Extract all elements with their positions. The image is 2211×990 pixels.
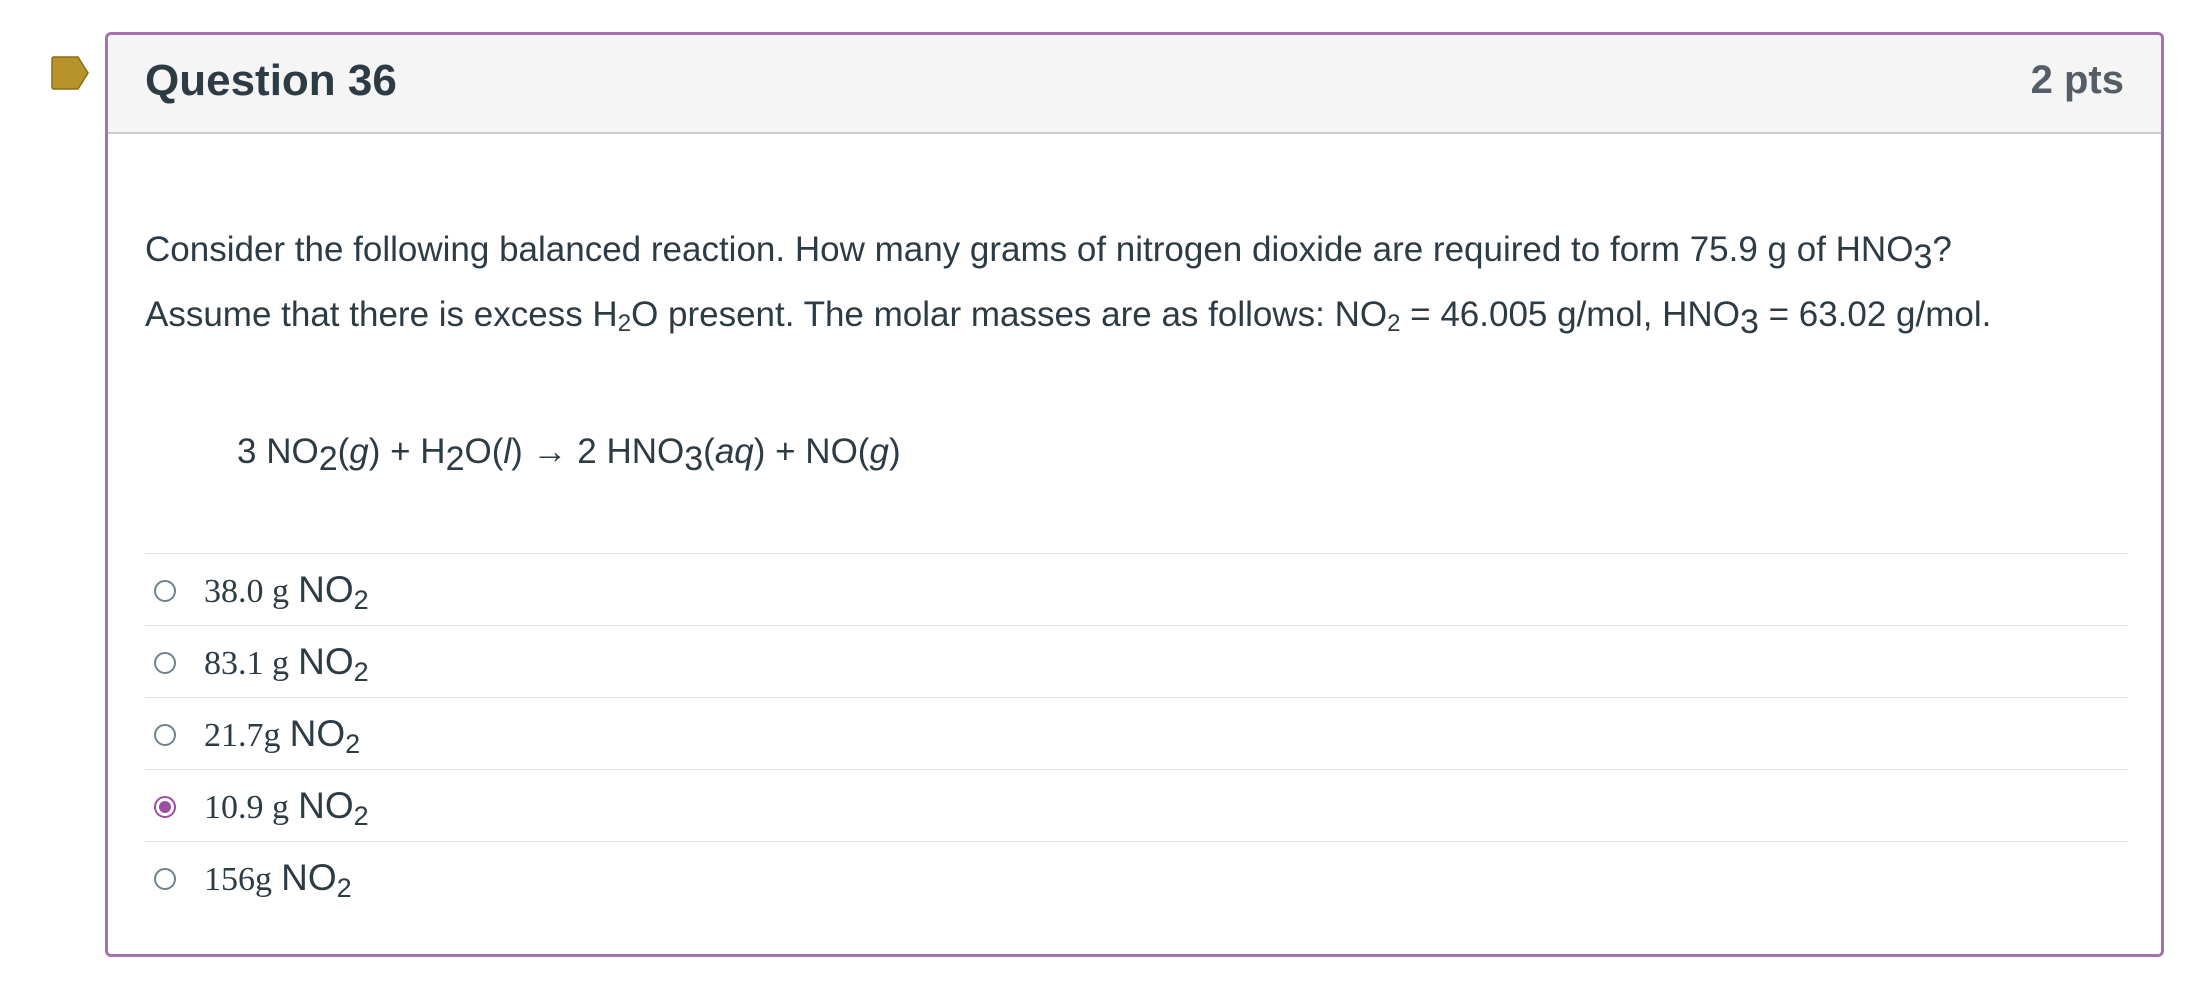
answer-option[interactable]: 83.1 g NO2 [145,625,2128,697]
question-body: Consider the following balanced reaction… [108,217,2161,477]
answer-option[interactable]: 156g NO2 [145,841,2128,913]
radio-button[interactable] [154,723,176,746]
prompt-line-2: Assume that there is excess H2O present.… [145,295,1992,341]
answer-label[interactable]: 38.0 g NO2 [204,569,369,614]
answer-list: 38.0 g NO2 83.1 g NO2 21.7g NO2 10.9 g N… [145,553,2128,913]
answer-label[interactable]: 10.9 g NO2 [204,785,369,830]
reaction-equation: 3 NO2(g) + H2O(l) → 2 HNO3(aq) + NO(g) [237,432,901,478]
radio-button[interactable] [154,651,176,674]
radio-button[interactable] [154,867,176,890]
question-points: 2 pts [2030,58,2124,102]
radio-button-selected[interactable] [154,795,176,818]
answer-option[interactable]: 10.9 g NO2 [145,769,2128,841]
flag-icon[interactable] [50,56,90,90]
answer-option[interactable]: 21.7g NO2 [145,697,2128,769]
question-card: Question 36 2 pts Consider the following… [105,32,2164,957]
answer-label[interactable]: 156g NO2 [204,857,352,902]
radio-button[interactable] [154,579,176,602]
question-header: Question 36 2 pts [108,35,2161,134]
answer-label[interactable]: 21.7g NO2 [204,713,360,758]
answer-label[interactable]: 83.1 g NO2 [204,641,369,686]
question-prompt: Consider the following balanced reaction… [145,217,2124,347]
prompt-line-1: Consider the following balanced reaction… [145,230,1952,276]
answer-option[interactable]: 38.0 g NO2 [145,553,2128,625]
question-title: Question 36 [145,55,397,105]
